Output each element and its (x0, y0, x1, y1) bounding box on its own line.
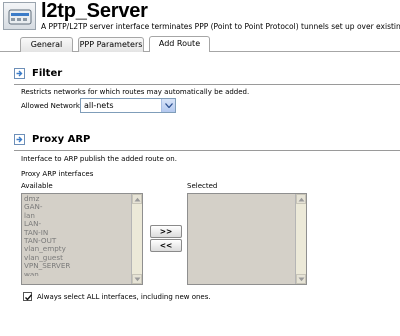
scroll-up-icon[interactable] (296, 194, 306, 204)
proxy-arp-divider (14, 150, 400, 151)
proxy-arp-section-header: Proxy ARP (14, 132, 154, 148)
scroll-down-icon[interactable] (132, 274, 142, 284)
page-description: A PPTP/L2TP server interface terminates … (41, 22, 400, 31)
filter-description: Restricts networks for which routes may … (21, 88, 250, 96)
proxy-arp-interfaces-label: Proxy ARP interfaces (21, 170, 94, 178)
proxy-arp-arrow-icon (14, 134, 25, 145)
selected-scrollbar[interactable] (295, 194, 306, 284)
filter-divider (14, 84, 400, 85)
remove-interface-button[interactable]: << (150, 239, 182, 252)
list-item[interactable]: wan (24, 271, 130, 276)
available-interfaces-list[interactable]: dmz GAN- lan LAN- TAN-IN TAN-OUT vlan_em… (21, 193, 143, 285)
tab-ppp-parameters[interactable]: PPP Parameters (78, 37, 144, 52)
list-item[interactable]: GAN- (24, 202, 130, 211)
allowed-networks-select[interactable]: all-nets (80, 98, 176, 113)
filter-heading: Filter (32, 68, 63, 79)
selected-interfaces-list[interactable] (187, 193, 307, 285)
add-interface-button[interactable]: >> (150, 225, 182, 238)
available-items: dmz GAN- lan LAN- TAN-IN TAN-OUT vlan_em… (24, 194, 130, 276)
proxy-arp-description: Interface to ARP publish the added route… (21, 155, 177, 163)
page-header: l2tp_Server A PPTP/L2TP server interface… (0, 0, 400, 33)
allowed-networks-label: Allowed Networks: (21, 102, 86, 110)
filter-arrow-icon (14, 68, 25, 79)
always-select-all-checkbox[interactable] (23, 292, 33, 301)
selected-label: Selected (187, 182, 218, 190)
always-select-all-label: Always select ALL interfaces, including … (37, 293, 211, 301)
tab-general[interactable]: General (20, 37, 73, 52)
available-label: Available (21, 182, 53, 190)
interface-icon (3, 2, 36, 30)
tab-add-route[interactable]: Add Route (149, 36, 210, 52)
available-scrollbar[interactable] (131, 194, 142, 284)
checkmark-icon (25, 294, 33, 301)
allowed-networks-value: all-nets (84, 101, 114, 110)
filter-section-header: Filter (14, 66, 134, 82)
scroll-down-icon[interactable] (296, 274, 306, 284)
list-item[interactable]: VPN_SERVER (24, 261, 130, 270)
page-title: l2tp_Server (41, 0, 148, 22)
scroll-up-icon[interactable] (132, 194, 142, 204)
tab-bar: General PPP Parameters Add Route (0, 34, 400, 52)
proxy-arp-heading: Proxy ARP (32, 134, 91, 145)
chevron-down-icon[interactable] (161, 99, 175, 112)
